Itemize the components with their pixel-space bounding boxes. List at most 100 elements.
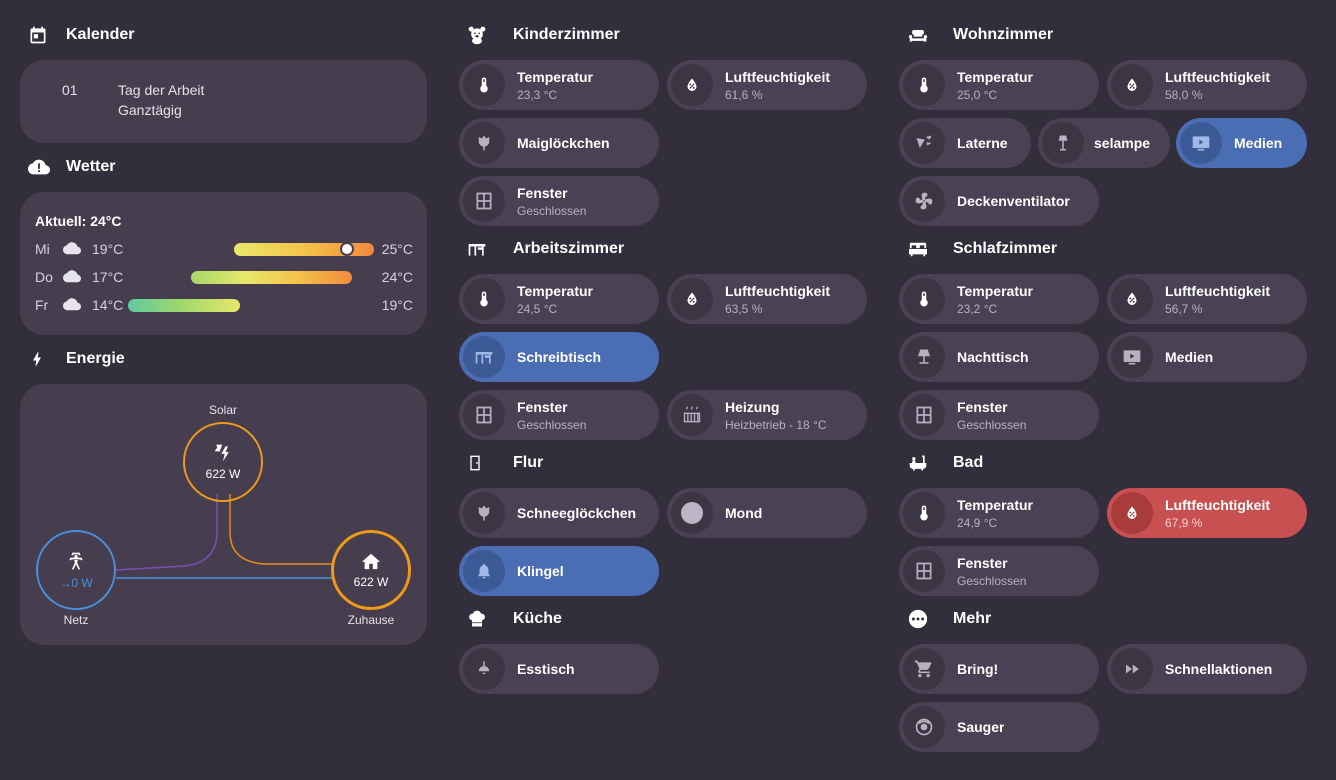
- schlafzimmer-temperature-tile[interactable]: Temperatur 23,2 °C: [899, 274, 1099, 324]
- forecast-high: 24°C: [381, 269, 413, 285]
- fast-forward-icon: [1111, 648, 1153, 690]
- schlafzimmer-header: Schlafzimmer: [899, 234, 1057, 264]
- arbeitszimmer-humidity-tile[interactable]: Luftfeuchtigkeit 63,5 %: [667, 274, 867, 324]
- tile-name: Sauger: [957, 719, 1005, 735]
- mond-tile[interactable]: Mond: [667, 488, 867, 538]
- arbeitszimmer-title: Arbeitszimmer: [513, 240, 625, 257]
- arbeitszimmer-temperature-tile[interactable]: Temperatur 24,5 °C: [459, 274, 659, 324]
- heizung-tile[interactable]: Heizung Heizbetrieb - 18 °C: [667, 390, 867, 440]
- kinderzimmer-window-tile[interactable]: Fenster Geschlossen: [459, 176, 659, 226]
- nachttisch-tile[interactable]: Nachttisch: [899, 332, 1099, 382]
- desk-lamp-icon: [463, 336, 505, 378]
- tile-name: selampe: [1094, 135, 1151, 151]
- forecast-high: 19°C: [381, 297, 413, 313]
- cloud-icon: [63, 242, 81, 256]
- tile-name: Nachttisch: [957, 349, 1029, 365]
- tile-value: Heizbetrieb - 18 °C: [725, 417, 827, 432]
- water-percent-icon: [1111, 492, 1153, 534]
- tile-value: 61,6 %: [725, 87, 763, 102]
- tile-name: Temperatur: [957, 282, 1033, 299]
- bring-tile[interactable]: Bring!: [899, 644, 1099, 694]
- current-temp-marker: [340, 242, 354, 256]
- ceiling-light-icon: [463, 648, 505, 690]
- schneegloeckchen-tile[interactable]: Schneeglöckchen: [459, 488, 659, 538]
- arbeitszimmer-window-tile[interactable]: Fenster Geschlossen: [459, 390, 659, 440]
- calendar-header: Kalender: [20, 20, 134, 50]
- kueche-title: Küche: [513, 610, 562, 627]
- robot-vacuum-icon: [903, 706, 945, 748]
- tile-value: 56,7 %: [1165, 301, 1203, 316]
- tile-name: Esstisch: [517, 661, 575, 677]
- weather-header: Wetter: [20, 152, 116, 182]
- bad-title: Bad: [953, 454, 984, 471]
- grid-node[interactable]: →0 W: [36, 530, 116, 610]
- tile-value: Geschlossen: [957, 573, 1027, 588]
- schlafzimmer-media-tile[interactable]: Medien: [1107, 332, 1307, 382]
- tile-value: Geschlossen: [517, 417, 587, 432]
- schlafzimmer-humidity-tile[interactable]: Luftfeuchtigkeit 56,7 %: [1107, 274, 1307, 324]
- klingel-tile[interactable]: Klingel: [459, 546, 659, 596]
- calendar-title: Kalender: [66, 26, 135, 43]
- kueche-header: Küche: [459, 604, 562, 634]
- forecast-low: 17°C: [92, 269, 124, 285]
- tile-name: Temperatur: [957, 496, 1033, 513]
- calendar-card[interactable]: 01 Tag der Arbeit Ganztägig: [20, 60, 427, 143]
- bad-window-tile[interactable]: Fenster Geschlossen: [899, 546, 1099, 596]
- schreibtisch-tile[interactable]: Schreibtisch: [459, 332, 659, 382]
- forecast-day: Do: [35, 269, 53, 285]
- mehr-header: Mehr: [899, 604, 991, 634]
- forecast-day: Mi: [35, 241, 50, 257]
- bad-humidity-tile[interactable]: Luftfeuchtigkeit 67,9 %: [1107, 488, 1307, 538]
- window-closed-icon: [903, 550, 945, 592]
- tile-name: Maiglöckchen: [517, 135, 610, 151]
- lightning-icon: [20, 348, 60, 370]
- bad-temperature-tile[interactable]: Temperatur 24,9 °C: [899, 488, 1099, 538]
- stehlampe-tile[interactable]: selampe: [1038, 118, 1170, 168]
- forecast-row: Do 17°C 24°C: [35, 267, 413, 287]
- schnellaktionen-tile[interactable]: Schnellaktionen: [1107, 644, 1307, 694]
- wohnzimmer-humidity-tile[interactable]: Luftfeuchtigkeit 58,0 %: [1107, 60, 1307, 110]
- kinderzimmer-humidity-tile[interactable]: Luftfeuchtigkeit 61,6 %: [667, 60, 867, 110]
- kinderzimmer-temperature-tile[interactable]: Temperatur 23,3 °C: [459, 60, 659, 110]
- water-percent-icon: [1111, 64, 1153, 106]
- forecast-low: 14°C: [92, 297, 124, 313]
- door-icon: [459, 453, 499, 473]
- deckenventilator-tile[interactable]: Deckenventilator: [899, 176, 1099, 226]
- energy-card[interactable]: Solar 622 W →0 W Netz 622 W Zuhause: [20, 384, 427, 645]
- forecast-day: Fr: [35, 297, 49, 313]
- tile-name: Luftfeuchtigkeit: [1165, 496, 1270, 513]
- tile-value: 24,9 °C: [957, 515, 998, 530]
- tile-name: Schreibtisch: [517, 349, 602, 365]
- tile-name: Medien: [1165, 349, 1214, 365]
- kinderzimmer-header: Kinderzimmer: [459, 20, 620, 50]
- laterne-tile[interactable]: Laterne: [899, 118, 1031, 168]
- tile-name: Temperatur: [517, 68, 593, 85]
- flower-tulip-icon: [463, 492, 505, 534]
- energy-title: Energie: [66, 350, 125, 367]
- home-node[interactable]: 622 W: [331, 530, 411, 610]
- wohnzimmer-header: Wohnzimmer: [899, 20, 1053, 50]
- calendar-icon: [20, 25, 60, 45]
- sauger-tile[interactable]: Sauger: [899, 702, 1099, 752]
- sofa-icon: [899, 25, 939, 45]
- weather-card[interactable]: Aktuell: 24°C Mi 19°C 25°C Do 17°C 24°C …: [20, 192, 427, 335]
- event-when: Ganztägig: [118, 102, 182, 118]
- table-lamp-icon: [903, 336, 945, 378]
- cloud-icon: [63, 270, 81, 284]
- esstisch-tile[interactable]: Esstisch: [459, 644, 659, 694]
- wohnzimmer-media-tile[interactable]: Medien: [1176, 118, 1307, 168]
- television-play-icon: [1180, 122, 1222, 164]
- wohnzimmer-temperature-tile[interactable]: Temperatur 25,0 °C: [899, 60, 1099, 110]
- solar-node[interactable]: 622 W: [183, 422, 263, 502]
- schlafzimmer-window-tile[interactable]: Fenster Geschlossen: [899, 390, 1099, 440]
- kinderzimmer-title: Kinderzimmer: [513, 26, 620, 43]
- maigloeckchen-tile[interactable]: Maiglöckchen: [459, 118, 659, 168]
- desk-icon: [459, 239, 499, 259]
- tile-name: Luftfeuchtigkeit: [725, 282, 830, 299]
- cloud-icon: [63, 298, 81, 312]
- event-name: Tag der Arbeit: [118, 82, 205, 98]
- arbeitszimmer-header: Arbeitszimmer: [459, 234, 624, 264]
- lantern-icon: [903, 122, 945, 164]
- cart-icon: [903, 648, 945, 690]
- tile-name: Medien: [1234, 135, 1283, 151]
